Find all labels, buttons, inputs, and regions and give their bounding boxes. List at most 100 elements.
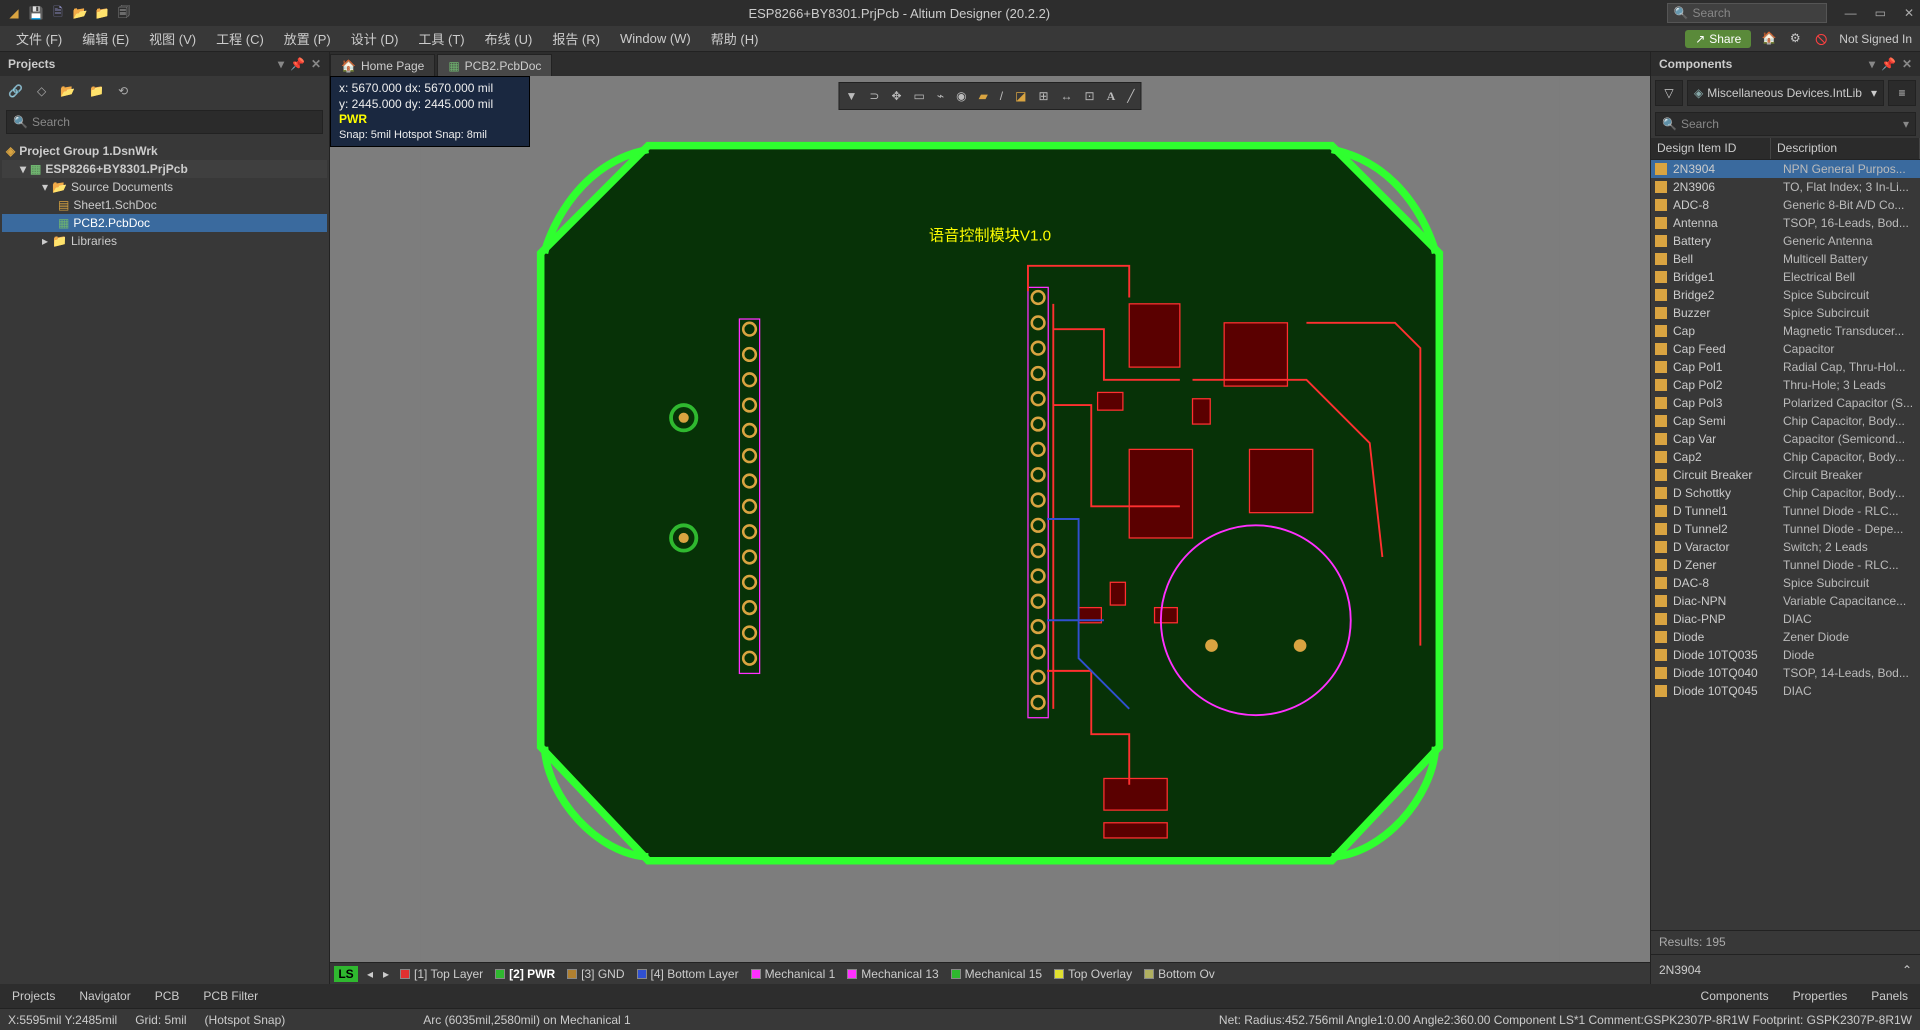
folder-tree-icon[interactable]: 📁: [89, 84, 104, 98]
component-row[interactable]: AntennaTSOP, 16-Leads, Bod...: [1651, 214, 1920, 232]
open-folder-icon[interactable]: 📂: [60, 84, 75, 98]
source-documents-folder[interactable]: ▾ 📂 Source Documents: [2, 178, 327, 196]
line-icon[interactable]: /: [1000, 89, 1003, 103]
component-row[interactable]: CapMagnetic Transducer...: [1651, 322, 1920, 340]
component-row[interactable]: Diac-PNPDIAC: [1651, 610, 1920, 628]
tab-properties[interactable]: Properties: [1781, 985, 1860, 1007]
pcb-canvas[interactable]: x: 5670.000 dx: 5670.000 mil y: 2445.000…: [330, 76, 1650, 962]
select-icon[interactable]: ⊃: [869, 89, 879, 103]
layer-mech13[interactable]: Mechanical 13: [841, 967, 944, 981]
menu-route[interactable]: 布线 (U): [477, 27, 541, 50]
layer-set-button[interactable]: LS: [334, 966, 358, 982]
component-row[interactable]: D SchottkyChip Capacitor, Body...: [1651, 484, 1920, 502]
tab-pcb[interactable]: PCB: [143, 985, 192, 1007]
global-search-input[interactable]: 🔍 Search: [1667, 3, 1827, 23]
align-icon[interactable]: ▭: [914, 89, 925, 103]
project-group[interactable]: ◈ Project Group 1.DsnWrk: [2, 142, 327, 160]
layer-bottom[interactable]: [4] Bottom Layer: [631, 967, 745, 981]
component-row[interactable]: D VaractorSwitch; 2 Leads: [1651, 538, 1920, 556]
panel-pin-icon[interactable]: 📌: [290, 57, 305, 71]
pcb-doc[interactable]: ▦ PCB2.PcbDoc: [2, 214, 327, 232]
menu-place[interactable]: 放置 (P): [276, 27, 339, 50]
component-row[interactable]: ADC-8Generic 8-Bit A/D Co...: [1651, 196, 1920, 214]
panel-dropdown-icon[interactable]: ▾: [278, 57, 284, 71]
layer-mech1[interactable]: Mechanical 1: [745, 967, 842, 981]
component-row[interactable]: Cap Pol3Polarized Capacitor (S...: [1651, 394, 1920, 412]
tab-projects[interactable]: Projects: [0, 985, 67, 1007]
layer-top-overlay[interactable]: Top Overlay: [1048, 967, 1138, 981]
component-row[interactable]: DAC-8Spice Subcircuit: [1651, 574, 1920, 592]
share-button[interactable]: ↗ Share: [1685, 30, 1751, 48]
component-row[interactable]: Cap Pol1Radial Cap, Thru-Hol...: [1651, 358, 1920, 376]
polygon-icon[interactable]: ▰: [979, 89, 988, 103]
component-row[interactable]: D Tunnel2Tunnel Diode - Depe...: [1651, 520, 1920, 538]
layer-prev-button[interactable]: ◂: [362, 967, 378, 981]
project-item[interactable]: ▾ ▦ ESP8266+BY8301.PrjPcb: [2, 160, 327, 178]
save-icon[interactable]: 💾: [28, 5, 44, 21]
menu-project[interactable]: 工程 (C): [208, 27, 272, 50]
component-icon[interactable]: ◪: [1015, 89, 1026, 103]
component-row[interactable]: Cap SemiChip Capacitor, Body...: [1651, 412, 1920, 430]
text-icon[interactable]: A: [1107, 89, 1116, 104]
library-dropdown[interactable]: ◈Miscellaneous Devices.IntLib ▾: [1687, 80, 1884, 106]
help-icon[interactable]: 🛇: [1813, 31, 1829, 47]
component-row[interactable]: BuzzerSpice Subcircuit: [1651, 304, 1920, 322]
panel-pin-icon[interactable]: 📌: [1881, 57, 1896, 71]
component-row[interactable]: BatteryGeneric Antenna: [1651, 232, 1920, 250]
projects-search-input[interactable]: 🔍 Search: [6, 110, 323, 134]
menu-edit[interactable]: 编辑 (E): [74, 27, 137, 50]
components-search-input[interactable]: 🔍 Search ▾: [1655, 112, 1916, 136]
menu-reports[interactable]: 报告 (R): [544, 27, 608, 50]
open-project-icon[interactable]: 📁: [94, 5, 110, 21]
move-icon[interactable]: ✥: [891, 89, 901, 103]
signin-status[interactable]: Not Signed In: [1839, 32, 1912, 46]
component-preview-header[interactable]: 2N3904 ⌃: [1651, 954, 1920, 984]
component-row[interactable]: Bridge1Electrical Bell: [1651, 268, 1920, 286]
libraries-folder[interactable]: ▸ 📁 Libraries: [2, 232, 327, 250]
expand-icon[interactable]: ▾: [42, 180, 48, 194]
components-list[interactable]: 2N3904NPN General Purpos...2N3906TO, Fla…: [1651, 160, 1920, 930]
expand-icon[interactable]: ▾: [20, 162, 26, 176]
component-row[interactable]: Circuit BreakerCircuit Breaker: [1651, 466, 1920, 484]
component-row[interactable]: Cap Pol2Thru-Hole; 3 Leads: [1651, 376, 1920, 394]
panel-menu-button[interactable]: ≡: [1888, 80, 1916, 106]
filter-icon[interactable]: ▼: [845, 89, 857, 103]
component-row[interactable]: Diac-NPNVariable Capacitance...: [1651, 592, 1920, 610]
refresh-icon[interactable]: ⟲: [118, 84, 128, 98]
menu-file[interactable]: 文件 (F): [8, 27, 70, 50]
tab-navigator[interactable]: Navigator: [67, 985, 142, 1007]
col-description[interactable]: Description: [1771, 138, 1920, 159]
layer-gnd[interactable]: [3] GND: [561, 967, 630, 981]
tab-pcb-doc[interactable]: ▦ PCB2.PcbDoc: [437, 54, 552, 76]
measure-icon[interactable]: ↔: [1061, 89, 1073, 103]
menu-help[interactable]: 帮助 (H): [703, 27, 767, 50]
connect-icon[interactable]: 🔗: [8, 84, 23, 98]
layer-bottom-overlay[interactable]: Bottom Ov: [1138, 967, 1221, 981]
new-doc-icon[interactable]: ◇: [37, 84, 46, 98]
layer-pwr[interactable]: [2] PWR: [489, 967, 561, 981]
filter-button[interactable]: ▽: [1655, 80, 1683, 106]
home-icon[interactable]: 🏠: [1761, 31, 1777, 47]
drill-icon[interactable]: ⊡: [1085, 89, 1095, 103]
open-icon[interactable]: 📂: [72, 5, 88, 21]
col-design-item-id[interactable]: Design Item ID: [1651, 138, 1771, 159]
tab-home-page[interactable]: 🏠 Home Page: [330, 54, 435, 76]
component-row[interactable]: Cap VarCapacitor (Semicond...: [1651, 430, 1920, 448]
layer-mech15[interactable]: Mechanical 15: [945, 967, 1048, 981]
panel-close-icon[interactable]: ✕: [1902, 57, 1912, 71]
menu-window[interactable]: Window (W): [612, 29, 699, 48]
close-button[interactable]: ✕: [1904, 6, 1914, 20]
component-row[interactable]: BellMulticell Battery: [1651, 250, 1920, 268]
print-icon[interactable]: 🗐: [116, 5, 132, 21]
minimize-button[interactable]: —: [1845, 6, 1857, 20]
menu-design[interactable]: 设计 (D): [343, 27, 407, 50]
panel-dropdown-icon[interactable]: ▾: [1869, 57, 1875, 71]
component-row[interactable]: 2N3904NPN General Purpos...: [1651, 160, 1920, 178]
component-row[interactable]: 2N3906TO, Flat Index; 3 In-Li...: [1651, 178, 1920, 196]
maximize-button[interactable]: ▭: [1875, 6, 1886, 20]
schematic-doc[interactable]: ▤ Sheet1.SchDoc: [2, 196, 327, 214]
component-row[interactable]: Diode 10TQ045DIAC: [1651, 682, 1920, 700]
component-row[interactable]: DiodeZener Diode: [1651, 628, 1920, 646]
component-row[interactable]: Diode 10TQ040TSOP, 14-Leads, Bod...: [1651, 664, 1920, 682]
interactive-route-icon[interactable]: ⌁: [937, 89, 944, 103]
